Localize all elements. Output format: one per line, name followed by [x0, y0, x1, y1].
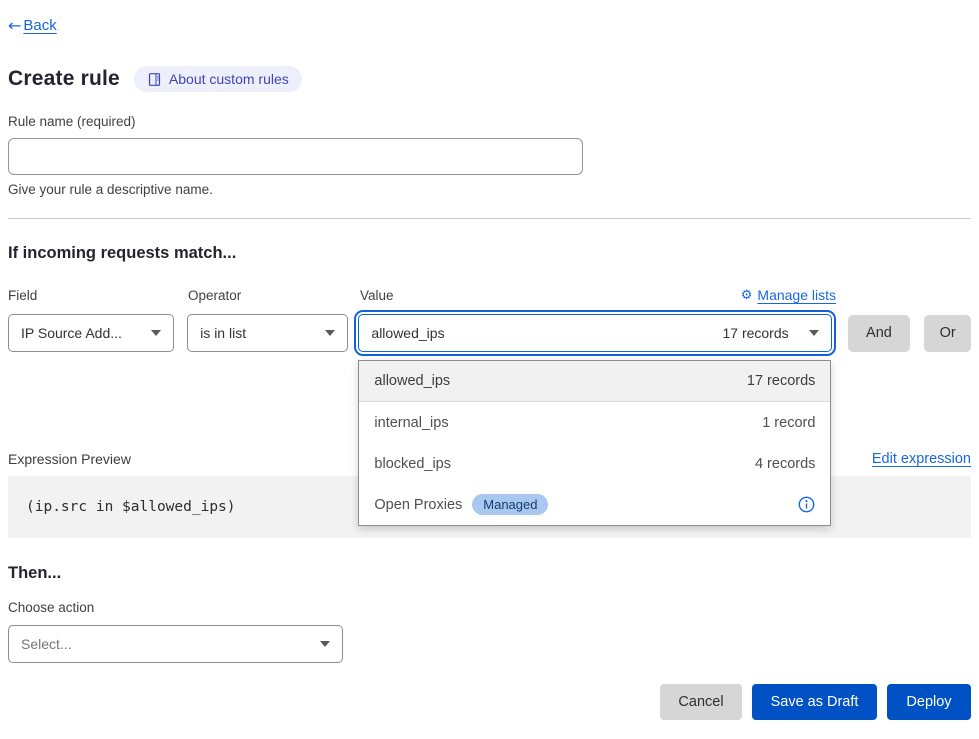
action-select[interactable]: Select... [8, 625, 343, 663]
rule-name-label: Rule name (required) [8, 114, 971, 129]
list-item-records: 1 record [762, 415, 815, 431]
back-link[interactable]: ←Back [8, 16, 57, 35]
create-rule-page: ←Back Create rule About custom rules Rul… [0, 0, 979, 720]
list-item-name: internal_ips [374, 415, 448, 431]
cancel-button[interactable]: Cancel [660, 684, 742, 720]
condition-controls-row: IP Source Add... is in list allowed_ips … [8, 314, 971, 352]
then-section-heading: Then... [8, 564, 971, 583]
expression-preview-label: Expression Preview [8, 451, 131, 467]
list-item-internal-ips[interactable]: internal_ips 1 record [359, 402, 830, 443]
back-link-label: Back [23, 17, 56, 34]
field-select-value: IP Source Add... [21, 325, 122, 341]
list-item-name: Open Proxies [374, 497, 462, 513]
value-select-records: 17 records [722, 325, 788, 341]
chevron-down-icon [809, 330, 819, 336]
section-divider [8, 218, 971, 219]
value-select-wrap: allowed_ips 17 records allowed_ips 17 re… [358, 314, 831, 352]
chevron-down-icon [325, 330, 335, 336]
deploy-button[interactable]: Deploy [887, 684, 971, 720]
chevron-down-icon [151, 330, 161, 336]
value-select-value: allowed_ips [371, 325, 444, 341]
edit-expression-link[interactable]: Edit expression [872, 451, 971, 467]
action-select-placeholder: Select... [21, 636, 72, 652]
operator-label: Operator [188, 288, 360, 303]
value-select[interactable]: allowed_ips 17 records [358, 314, 831, 352]
lists-dropdown: allowed_ips 17 records internal_ips 1 re… [358, 360, 831, 526]
list-item-records: 4 records [755, 456, 815, 472]
or-button[interactable]: Or [924, 315, 971, 352]
match-section-heading: If incoming requests match... [8, 244, 971, 263]
footer-actions: Cancel Save as Draft Deploy [8, 684, 971, 720]
page-title: Create rule [8, 67, 120, 91]
field-label: Field [8, 288, 188, 303]
chevron-down-icon [320, 641, 330, 647]
choose-action-label: Choose action [8, 600, 971, 615]
back-row: ←Back [8, 16, 971, 36]
rule-name-group: Rule name (required) Give your rule a de… [8, 114, 971, 197]
list-item-allowed-ips[interactable]: allowed_ips 17 records [359, 361, 830, 402]
managed-badge: Managed [472, 494, 548, 515]
book-icon [147, 72, 162, 87]
gear-icon: ⚙ [741, 288, 753, 303]
rule-name-help: Give your rule a descriptive name. [8, 182, 971, 197]
list-item-open-proxies[interactable]: Open Proxies Managed [359, 484, 830, 525]
operator-select-value: is in list [200, 325, 246, 341]
condition-labels-row: Field Operator Value ⚙ Manage lists [8, 287, 971, 303]
manage-lists-label: Manage lists [757, 287, 836, 303]
list-item-blocked-ips[interactable]: blocked_ips 4 records [359, 443, 830, 484]
info-icon[interactable] [798, 496, 815, 513]
list-item-records: 17 records [747, 373, 816, 389]
expression-code: (ip.src in $allowed_ips) [26, 499, 236, 515]
save-as-draft-button[interactable]: Save as Draft [752, 684, 877, 720]
field-select[interactable]: IP Source Add... [8, 314, 174, 352]
list-item-name: allowed_ips [374, 373, 450, 389]
back-arrow-icon: ← [8, 16, 21, 35]
value-label: Value [360, 288, 394, 303]
list-item-name: blocked_ips [374, 456, 451, 472]
title-row: Create rule About custom rules [8, 66, 971, 92]
about-custom-rules-link[interactable]: About custom rules [134, 66, 302, 92]
operator-select[interactable]: is in list [187, 314, 348, 352]
and-button[interactable]: And [848, 315, 911, 352]
about-custom-rules-label: About custom rules [169, 71, 289, 87]
rule-name-input[interactable] [8, 138, 583, 175]
manage-lists-link[interactable]: ⚙ Manage lists [741, 287, 836, 303]
